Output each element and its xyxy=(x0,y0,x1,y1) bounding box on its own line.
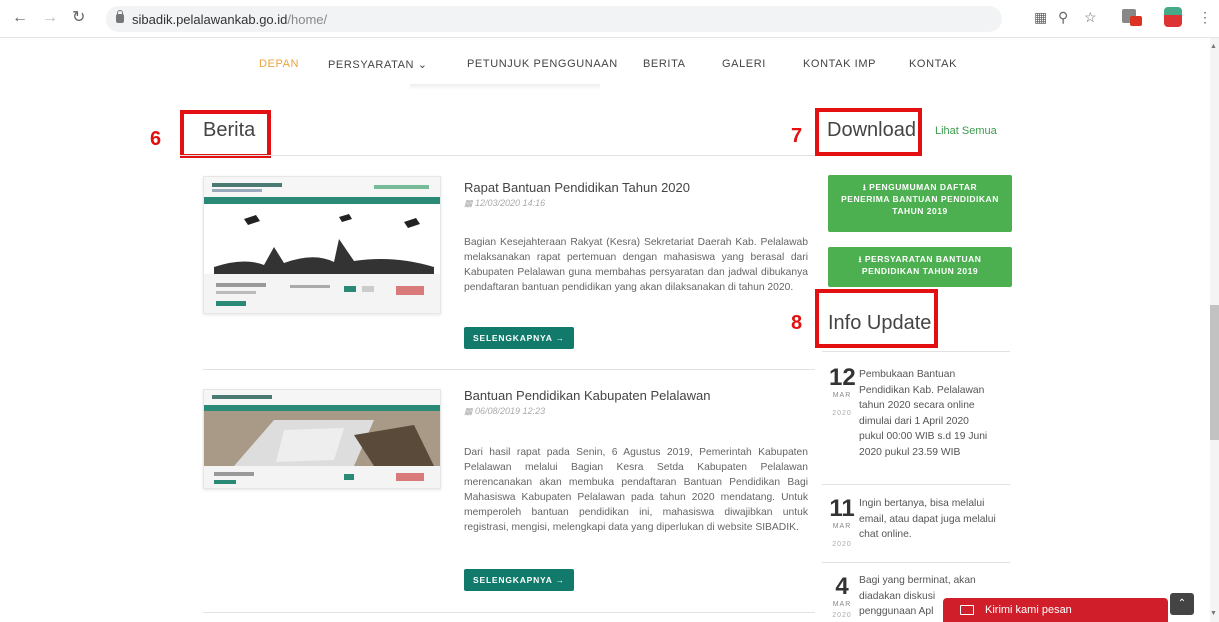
menu-kebab-icon[interactable]: ⋮ xyxy=(1198,9,1212,26)
address-bar[interactable]: sibadik.pelalawankab.go.id/home/ xyxy=(106,6,1002,32)
envelope-icon xyxy=(960,605,974,615)
annotation-number: 6 xyxy=(150,128,162,150)
nav-item-kontak-imp[interactable]: KONTAK IMP xyxy=(803,58,876,70)
url-text: sibadik.pelalawankab.go.id/home/ xyxy=(132,12,327,27)
url-host: sibadik.pelalawankab.go.id xyxy=(132,12,288,27)
read-more-button[interactable]: SELENGKAPNYA → xyxy=(464,569,574,591)
news-excerpt: Bagian Kesejahteraan Rakyat (Kesra) Sekr… xyxy=(464,237,808,293)
divider xyxy=(203,369,815,370)
menu-shadow xyxy=(410,84,600,90)
info-text[interactable]: Ingin bertanya, bisa melalui email, atau… xyxy=(859,496,999,543)
news-date: ▦ 12/03/2020 14:16 xyxy=(464,198,546,208)
star-icon[interactable]: ☆ xyxy=(1084,9,1097,26)
zoom-icon[interactable]: ⚲ xyxy=(1058,9,1068,26)
site-nav: DEPAN PERSYARATAN ⌄ PETUNJUK PENGGUNAAN … xyxy=(0,38,1210,90)
nav-item-persyaratan[interactable]: PERSYARATAN ⌄ xyxy=(328,58,428,71)
download-button[interactable]: ⭳ PENGUMUMAN DAFTAR PENERIMA BANTUAN PEN… xyxy=(828,175,1012,232)
info-year: 2020 xyxy=(832,612,852,619)
divider xyxy=(822,562,1010,563)
annotation-number: 8 xyxy=(791,312,803,334)
info-month: MAR xyxy=(832,523,852,530)
news-thumbnail[interactable] xyxy=(203,389,441,489)
see-all-link[interactable]: Lihat Semua xyxy=(935,125,997,137)
divider xyxy=(180,155,816,156)
reload-icon[interactable]: ↻ xyxy=(72,9,85,27)
chat-widget-button[interactable]: Kirimi kami pesan xyxy=(943,598,1168,622)
divider xyxy=(822,484,1010,485)
info-day: 11 xyxy=(829,495,855,522)
section-title-berita: Berita xyxy=(203,119,256,141)
scroll-up-icon[interactable]: ▲ xyxy=(1210,43,1217,50)
nav-item-galeri[interactable]: GALERI xyxy=(722,58,766,70)
news-date-text: 06/08/2019 12:23 xyxy=(475,406,546,416)
scrollbar-thumb[interactable] xyxy=(1210,305,1219,440)
url-path: /home/ xyxy=(287,12,328,27)
section-title-download: Download xyxy=(827,119,916,141)
extension-icon[interactable] xyxy=(1122,7,1142,27)
nav-item-petunjuk[interactable]: PETUNJUK PENGGUNAAN xyxy=(467,58,618,70)
scroll-to-top-button[interactable]: ⌃ xyxy=(1170,593,1194,615)
lock-icon xyxy=(116,10,124,23)
news-date: ▦ 06/08/2019 12:23 xyxy=(464,406,546,416)
info-day: 4 xyxy=(835,573,849,600)
news-excerpt: Dari hasil rapat pada Senin, 6 Agustus 2… xyxy=(464,447,808,533)
browser-toolbar: ← → ↻ sibadik.pelalawankab.go.id/home/ ▦… xyxy=(0,0,1219,38)
info-text[interactable]: Pembukaan Bantuan Pendidikan Kab. Pelala… xyxy=(859,367,994,460)
news-title[interactable]: Rapat Bantuan Pendidikan Tahun 2020 xyxy=(464,180,690,195)
chat-label: Kirimi kami pesan xyxy=(985,604,1072,616)
nav-item-berita[interactable]: BERITA xyxy=(643,58,686,70)
divider xyxy=(822,351,1010,352)
annotation-number: 7 xyxy=(791,125,803,147)
news-thumbnail[interactable] xyxy=(203,176,441,314)
forward-icon[interactable]: → xyxy=(42,9,58,27)
news-title[interactable]: Bantuan Pendidikan Kabupaten Pelalawan xyxy=(464,388,710,403)
nav-item-kontak[interactable]: KONTAK xyxy=(909,58,957,70)
section-title-info: Info Update xyxy=(828,312,932,334)
info-day: 12 xyxy=(829,364,856,391)
back-icon[interactable]: ← xyxy=(12,9,28,27)
profile-icon[interactable] xyxy=(1164,7,1182,27)
scroll-down-icon[interactable]: ▼ xyxy=(1210,610,1217,617)
download-label: ⭳ PERSYARATAN BANTUAN PENDIDIKAN TAHUN 2… xyxy=(858,254,982,276)
divider xyxy=(203,612,815,613)
info-month: MAR xyxy=(832,392,852,399)
download-button[interactable]: ⭳ PERSYARATAN BANTUAN PENDIDIKAN TAHUN 2… xyxy=(828,247,1012,287)
info-year: 2020 xyxy=(832,541,852,548)
nav-item-depan[interactable]: DEPAN xyxy=(259,58,299,70)
info-month: MAR xyxy=(832,601,852,608)
download-label: ⭳ PENGUMUMAN DAFTAR PENERIMA BANTUAN PEN… xyxy=(841,182,999,216)
read-more-button[interactable]: SELENGKAPNYA → xyxy=(464,327,574,349)
info-year: 2020 xyxy=(832,410,852,417)
translate-icon[interactable]: ▦ xyxy=(1034,9,1047,26)
news-date-text: 12/03/2020 14:16 xyxy=(475,198,546,208)
